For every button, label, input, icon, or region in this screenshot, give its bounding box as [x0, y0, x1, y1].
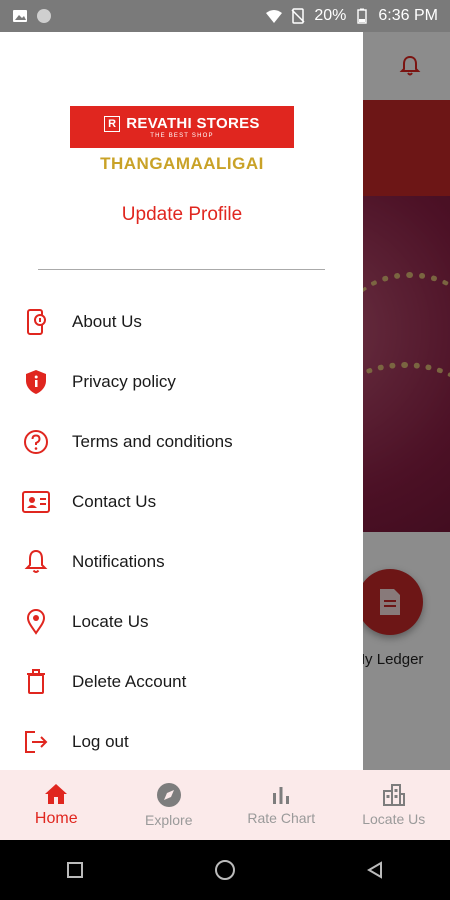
nav-label: Locate Us: [362, 811, 426, 827]
phone-info-icon: [27, 309, 46, 335]
nav-label: Home: [34, 810, 78, 827]
help-circle-icon: [24, 430, 48, 454]
circle-status-icon: [37, 9, 51, 23]
logo-tagline: THANGAMAALIGAI: [100, 154, 264, 173]
drawer-menu: About Us Privacy policy Terms and condit…: [0, 292, 363, 772]
menu-item-contact-us[interactable]: Contact Us: [0, 472, 363, 532]
compass-icon: [156, 783, 181, 807]
menu-item-terms[interactable]: Terms and conditions: [0, 412, 363, 472]
menu-item-delete-account[interactable]: Delete Account: [0, 652, 363, 712]
recents-icon[interactable]: [65, 860, 85, 880]
menu-item-label: Delete Account: [72, 672, 187, 691]
back-icon[interactable]: [365, 860, 385, 880]
image-icon: [13, 10, 27, 22]
buildings-icon: [382, 784, 405, 806]
brand-logo: R REVATHI STORES THE BEST SHOP: [70, 106, 294, 148]
nav-rate-chart[interactable]: Rate Chart: [225, 770, 338, 840]
trash-icon: [27, 669, 45, 694]
menu-item-label: Terms and conditions: [72, 432, 233, 451]
nav-home[interactable]: Home: [0, 770, 113, 840]
nav-explore[interactable]: Explore: [113, 770, 226, 840]
nav-label: Rate Chart: [247, 810, 316, 826]
bar-chart-icon: [273, 787, 290, 804]
menu-item-label: Log out: [72, 732, 129, 751]
logo-text: REVATHI STORES: [126, 115, 260, 132]
wifi-icon: [266, 10, 283, 23]
menu-item-privacy-policy[interactable]: Privacy policy: [0, 352, 363, 412]
divider: [38, 269, 325, 270]
logout-icon: [25, 731, 48, 753]
home-icon: [45, 784, 68, 804]
menu-item-log-out[interactable]: Log out: [0, 712, 363, 772]
menu-item-label: Notifications: [72, 552, 165, 571]
menu-item-label: Privacy policy: [72, 372, 176, 391]
menu-item-notifications[interactable]: Notifications: [0, 532, 363, 592]
bottom-navigation: Home Explore Rate Chart Locate Us: [0, 770, 450, 840]
shield-icon: [26, 370, 46, 394]
menu-item-label: Contact Us: [72, 492, 157, 511]
battery-percent: 20%: [314, 7, 347, 24]
nav-locate-us[interactable]: Locate Us: [338, 770, 450, 840]
update-profile-link[interactable]: Update Profile: [70, 204, 294, 226]
menu-item-label: Locate Us: [72, 612, 149, 631]
home-circle-icon[interactable]: [214, 859, 236, 881]
system-navigation-bar: [0, 840, 450, 900]
location-pin-icon: [26, 609, 46, 635]
bell-icon: [24, 549, 48, 573]
logo-r-mark: R: [104, 115, 121, 132]
no-sim-icon: [291, 8, 305, 24]
status-bar: 20% 6:36 PM: [0, 0, 450, 32]
navigation-drawer: R REVATHI STORES THE BEST SHOP THANGAMAA…: [0, 32, 363, 770]
nav-label: Explore: [145, 812, 193, 828]
menu-item-about-us[interactable]: About Us: [0, 292, 363, 352]
menu-item-label: About Us: [72, 312, 142, 331]
clock: 6:36 PM: [378, 7, 438, 24]
contact-card-icon: [22, 491, 50, 513]
battery-icon: [357, 8, 368, 24]
logo-subtext: THE BEST SHOP: [150, 133, 214, 139]
menu-item-locate-us[interactable]: Locate Us: [0, 592, 363, 652]
